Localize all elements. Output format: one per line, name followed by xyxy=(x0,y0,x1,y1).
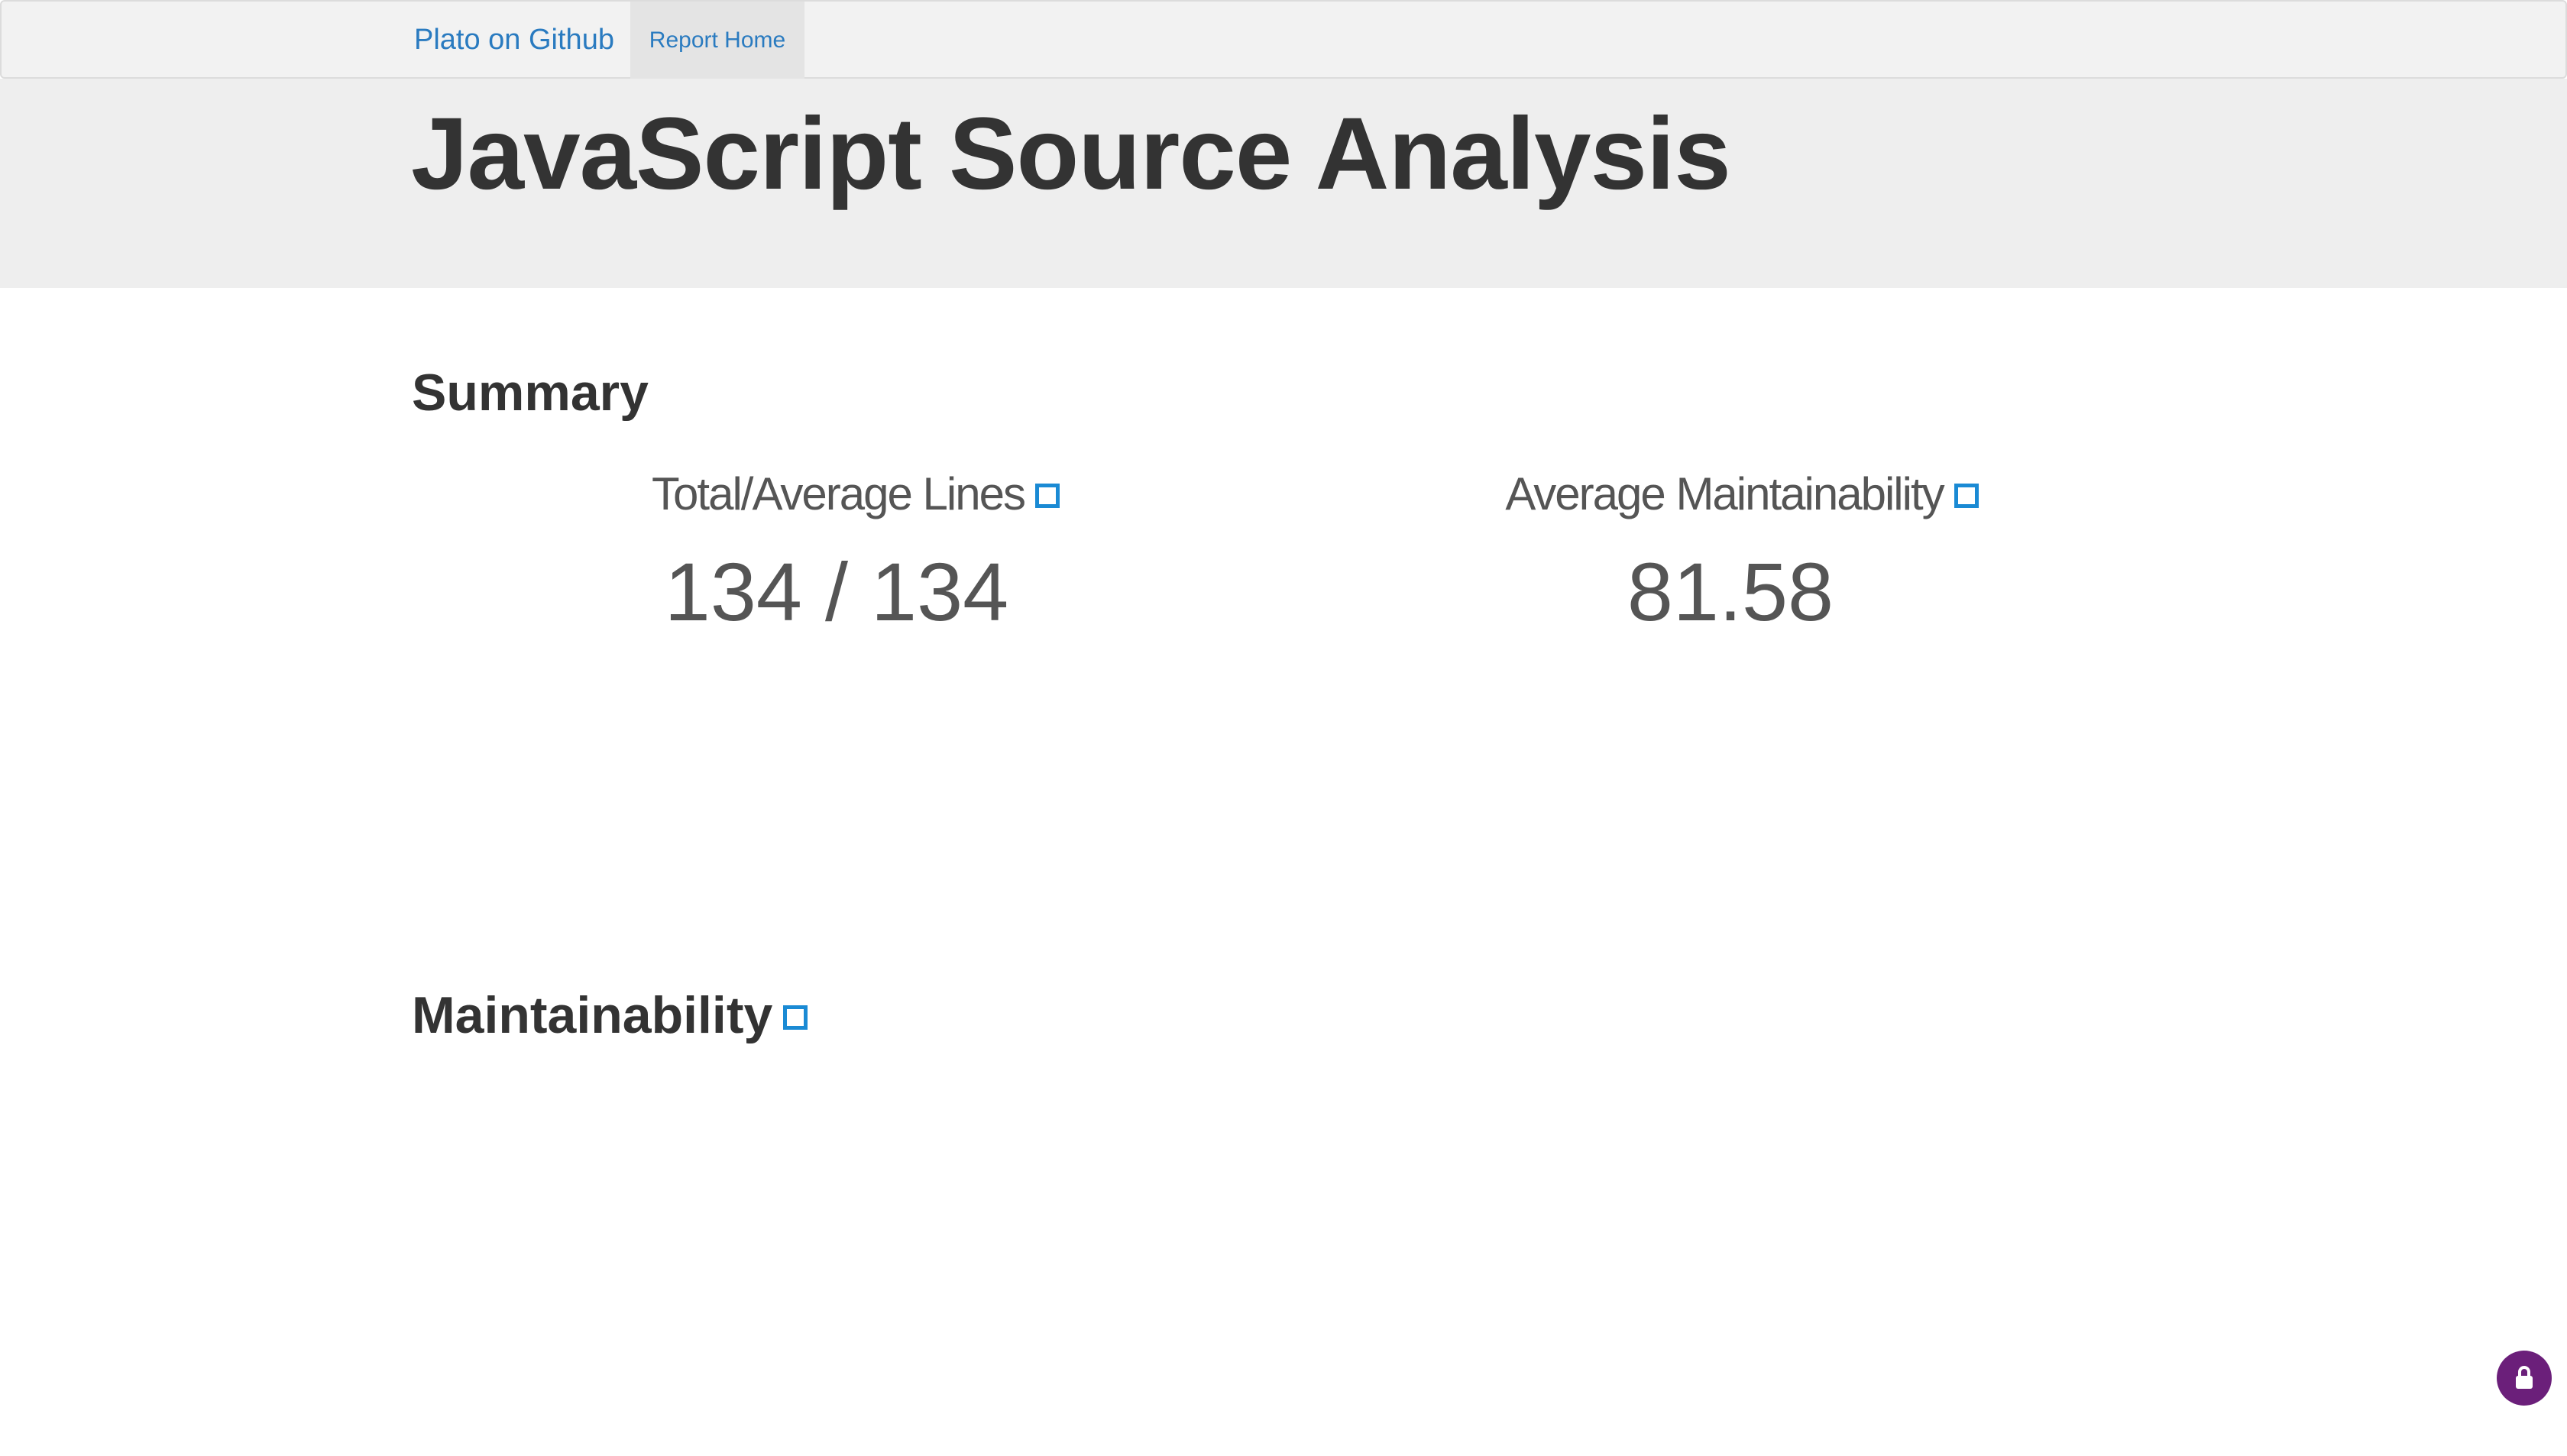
lock-icon-body xyxy=(2516,1376,2533,1389)
privacy-badge-button[interactable] xyxy=(2497,1351,2552,1406)
maintainability-heading-text: Maintainability xyxy=(412,986,773,1044)
brand-link[interactable]: Plato on Github xyxy=(414,2,614,79)
average-maintainability-label: Average Maintainability xyxy=(1467,468,2017,520)
header-banner: JavaScript Source Analysis xyxy=(0,79,2567,288)
navbar: Plato on Github Report Home xyxy=(0,0,2567,79)
stat-label-text: Average Maintainability xyxy=(1505,468,1944,519)
stat-label-text: Total/Average Lines xyxy=(652,468,1026,519)
summary-heading: Summary xyxy=(412,364,649,422)
maintainability-heading: Maintainability xyxy=(412,985,808,1045)
average-maintainability-value: 81.58 xyxy=(1627,545,1834,638)
total-average-lines-label: Total/Average Lines xyxy=(581,468,1131,520)
help-icon[interactable] xyxy=(1954,484,1979,509)
help-icon[interactable] xyxy=(783,1005,808,1031)
page-title: JavaScript Source Analysis xyxy=(411,97,1731,211)
total-average-lines-value: 134 / 134 xyxy=(664,545,1009,638)
help-icon[interactable] xyxy=(1034,484,1060,509)
nav-item-report-home[interactable]: Report Home xyxy=(630,2,804,79)
